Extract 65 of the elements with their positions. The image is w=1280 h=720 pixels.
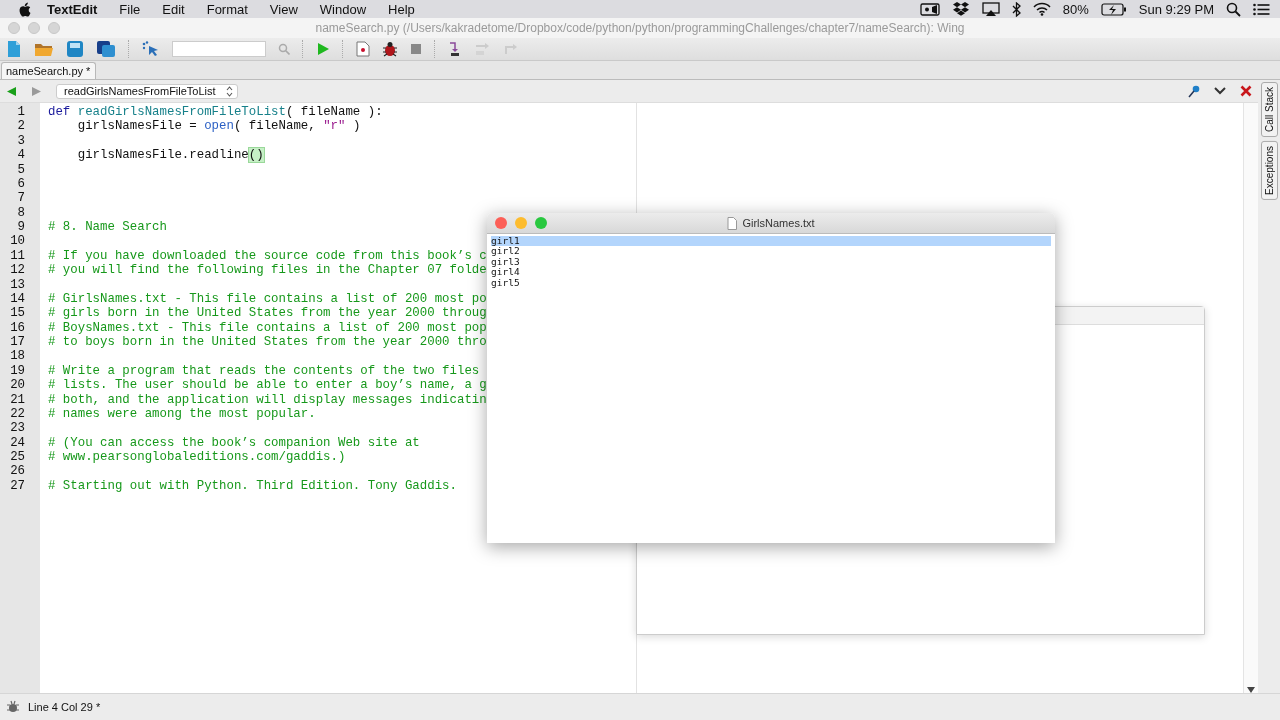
menu-item[interactable]: File xyxy=(108,1,152,17)
line-number: 10 xyxy=(9,234,26,249)
code-line: # 8. Name Search xyxy=(48,220,167,235)
line-number: 9 xyxy=(16,220,26,235)
line-number: 17 xyxy=(9,335,26,350)
code-line: # you will find the following files in the Chapter 07 folde xyxy=(48,263,487,278)
line-number: 4 xyxy=(16,148,26,163)
line-number: 21 xyxy=(9,392,26,407)
line-number: 26 xyxy=(9,464,26,479)
line-number: 5 xyxy=(16,162,26,177)
line-number: 2 xyxy=(16,119,26,134)
battery-percent: 80% xyxy=(1062,1,1089,17)
code-line: # If you have downloaded the source code from this book’s c xyxy=(48,248,487,264)
code-line: # names were among the most popular. xyxy=(48,406,316,422)
line-number: 19 xyxy=(9,363,26,379)
line-number: 8 xyxy=(16,205,26,220)
code-line: # girls born in the United States from the year 2000 throug xyxy=(48,306,487,321)
function-selector[interactable]: readGirlsNamesFromFileToList xyxy=(56,83,238,99)
window-title: GirlsNames.txt xyxy=(742,217,815,229)
code-line: # lists. The user should be able to enter a boy’s name, a g xyxy=(48,378,487,393)
line-number: 3 xyxy=(16,133,26,149)
menu-item[interactable]: Format xyxy=(195,1,259,17)
menu-item[interactable]: Window xyxy=(308,1,378,17)
line-number: 11 xyxy=(9,248,26,264)
code-line: # Starting out with Python. Third Edition. Tony Gaddis. xyxy=(48,478,457,494)
line-number: 15 xyxy=(9,306,26,321)
menu-item[interactable]: View xyxy=(258,1,309,17)
line-number: 16 xyxy=(9,320,26,335)
text-line: girl4 xyxy=(491,267,521,278)
text-line: girl3 xyxy=(491,256,521,267)
line-number: 20 xyxy=(9,378,26,393)
line-number: 13 xyxy=(9,277,26,292)
line-number: 23 xyxy=(9,421,26,436)
line-number: 27 xyxy=(9,478,26,494)
code-line: girlsNamesFile = open( fileName, "r" ) xyxy=(76,119,361,134)
code-line: # (You can access the book’s companion Web site at xyxy=(48,435,420,450)
code-line: # both, and the application will display messages indicatin xyxy=(48,392,487,407)
selector-value: readGirlsNamesFromFileToList xyxy=(64,85,216,97)
code-line: # Write a program that reads the contents of the two files xyxy=(48,363,480,379)
code-line: # www.pearsonglobaleditions.com/gaddis.) xyxy=(48,450,346,465)
line-number: 14 xyxy=(9,291,26,307)
code-line: girlsNamesFile.readline() xyxy=(76,148,264,163)
menu-item[interactable]: Help xyxy=(377,1,426,17)
line-number: 24 xyxy=(9,435,26,450)
code-line: # GirlsNames.txt - This file contains a list of 200 most po xyxy=(48,291,487,307)
text-line: girl5 xyxy=(491,277,521,289)
app-menu[interactable]: TextEdit xyxy=(31,1,109,17)
code-line: def readGirlsNamesFromFileToList( fileName ): xyxy=(48,105,383,120)
menu-clock[interactable]: Sun 9:29 PM xyxy=(1138,1,1214,17)
editor-tab[interactable]: nameSearch.py * xyxy=(1,62,97,79)
line-number: 7 xyxy=(16,191,26,206)
side-tab[interactable]: Exceptions xyxy=(1260,141,1278,200)
code-line: # BoysNames.txt - This file contains a list of 200 most pop xyxy=(48,320,487,335)
line-number: 22 xyxy=(9,406,26,422)
cursor-position: Line 4 Col 29 * xyxy=(28,701,101,713)
line-number: 1 xyxy=(16,105,26,120)
line-number: 12 xyxy=(9,263,26,278)
window-title: nameSearch.py (/Users/kakradetome/Dropbox/code/python/python/programmingChallenges/chapter7/nameSearch): Wing xyxy=(315,21,965,35)
menu-item[interactable]: Edit xyxy=(151,1,196,17)
text-line: girl2 xyxy=(491,246,521,257)
line-number: 6 xyxy=(16,176,26,192)
side-tab[interactable]: Call Stack xyxy=(1260,82,1278,137)
line-number: 25 xyxy=(9,450,26,465)
line-number: 18 xyxy=(9,349,26,364)
code-line: # to boys born in the United States from the year 2000 thro xyxy=(48,335,487,350)
